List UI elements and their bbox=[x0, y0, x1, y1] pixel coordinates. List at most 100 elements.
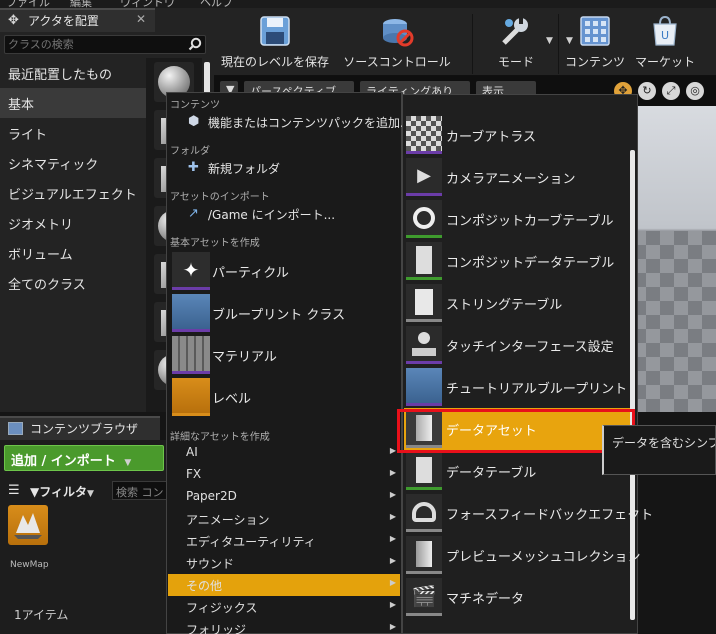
toolbar-separator bbox=[472, 14, 473, 74]
submenu-foliage-label: フォリッジ bbox=[186, 623, 247, 634]
submenu-editor-utility[interactable]: エディタユーティリティ ▶ bbox=[168, 530, 400, 552]
section-import: アセットのインポート bbox=[170, 192, 270, 203]
category-lights[interactable]: ライト bbox=[0, 118, 150, 148]
touch-interface-setup-item[interactable]: タッチインターフェース設定 bbox=[404, 324, 632, 366]
arrow-right-icon: ▶ bbox=[389, 446, 396, 455]
data-table-item[interactable]: データテーブル bbox=[404, 450, 632, 492]
close-icon[interactable]: ✕ bbox=[136, 12, 146, 26]
marketplace-icon: U bbox=[653, 15, 677, 46]
submenu-foliage[interactable]: フォリッジ ▶ bbox=[168, 618, 400, 634]
source-control-button[interactable]: ソースコントロール ▼ bbox=[336, 8, 573, 76]
viewport-scene[interactable] bbox=[632, 106, 716, 412]
marketplace-button[interactable]: U マーケット bbox=[630, 8, 700, 76]
category-all-classes[interactable]: 全てのクラス bbox=[0, 268, 150, 298]
save-level-button[interactable]: 現在のレベルを保存 bbox=[214, 8, 336, 76]
material-item[interactable]: マテリアル bbox=[168, 334, 400, 376]
submenu-sound[interactable]: サウンド ▶ bbox=[168, 552, 400, 574]
save-level-label: 現在のレベルを保存 bbox=[220, 55, 329, 69]
composite-curve-table-icon bbox=[406, 200, 442, 238]
category-volumes[interactable]: ボリューム bbox=[0, 238, 150, 268]
level-icon bbox=[172, 378, 210, 416]
section-advanced-assets: 詳細なアセットを作成 bbox=[170, 432, 270, 443]
add-import-button[interactable]: 追加 / インポート ▼ bbox=[4, 445, 164, 471]
submenu-physics[interactable]: フィジックス ▶ bbox=[168, 596, 400, 618]
source-control-label: ソースコントロール bbox=[343, 55, 451, 69]
curve-atlas-item[interactable]: カーブアトラス bbox=[404, 114, 632, 156]
content-icon bbox=[580, 16, 610, 46]
search-icon[interactable] bbox=[188, 37, 202, 51]
new-folder-icon: ✚ bbox=[188, 160, 199, 175]
tutorial-blueprint-item[interactable]: チュートリアルブループリント bbox=[404, 366, 632, 408]
category-cinematic[interactable]: シネマティック bbox=[0, 148, 150, 178]
composite-curve-table-item[interactable]: コンポジットカーブテーブル bbox=[404, 198, 632, 240]
tutorial-blueprint-label: チュートリアルブループリント bbox=[446, 382, 628, 397]
asset-name: NewMap bbox=[10, 560, 49, 570]
submenu-miscellaneous[interactable]: その他 ▶ bbox=[168, 574, 400, 596]
category-basic[interactable]: 基本 bbox=[0, 88, 150, 118]
main-toolbar: 現在のレベルを保存 ソースコントロール ▼ モード ▼ コンテンツ U マーケッ… bbox=[214, 8, 716, 76]
modes-label: モード bbox=[497, 55, 534, 69]
submenu-scrollbar[interactable] bbox=[630, 150, 635, 620]
snap-icon[interactable]: ◎ bbox=[686, 82, 704, 100]
blueprint-icon bbox=[172, 294, 210, 332]
matinee-data-item[interactable]: 🎬 マチネデータ bbox=[404, 576, 632, 618]
new-folder-item[interactable]: ✚ 新規フォルダ bbox=[168, 158, 400, 178]
submenu-fx[interactable]: FX ▶ bbox=[168, 464, 400, 486]
composite-data-table-icon bbox=[406, 242, 442, 280]
menu-help[interactable]: ヘルプ bbox=[200, 0, 233, 8]
menu-edit[interactable]: 編集 bbox=[70, 0, 92, 8]
arrow-right-icon: ▶ bbox=[389, 556, 396, 565]
touch-interface-icon bbox=[406, 326, 442, 364]
category-recent[interactable]: 最近配置したもの bbox=[0, 58, 150, 88]
clapperboard-icon: 🎬 bbox=[406, 578, 442, 616]
rotate-tool-icon[interactable]: ↻ bbox=[638, 82, 656, 100]
chevron-down-icon: ▼ bbox=[546, 36, 553, 46]
arrow-right-icon: ▶ bbox=[389, 578, 396, 587]
list-view-icon[interactable]: ☰ bbox=[8, 483, 20, 498]
menu-file[interactable]: ファイル bbox=[6, 0, 50, 8]
force-feedback-effect-item[interactable]: フォースフィードバックエフェクト bbox=[404, 492, 653, 534]
submenu-animation[interactable]: アニメーション ▶ bbox=[168, 508, 400, 530]
string-table-icon bbox=[406, 284, 442, 322]
particle-item[interactable]: ✦ パーティクル bbox=[168, 250, 400, 292]
content-browser-icon bbox=[8, 422, 23, 435]
maximize-icon[interactable]: ⤢ bbox=[662, 82, 680, 100]
arrow-right-icon: ▶ bbox=[389, 600, 396, 609]
level-item[interactable]: レベル bbox=[168, 376, 400, 418]
force-feedback-effect-label: フォースフィードバックエフェクト bbox=[446, 508, 654, 523]
category-geometry[interactable]: ジオメトリ bbox=[0, 208, 150, 238]
content-button[interactable]: コンテンツ bbox=[560, 8, 630, 76]
submenu-ai-label: AI bbox=[186, 445, 198, 459]
annotation-highlight-box bbox=[397, 409, 635, 453]
category-visual-effects[interactable]: ビジュアルエフェクト bbox=[0, 178, 150, 208]
asset-search-input[interactable]: 検索 コン bbox=[112, 481, 168, 500]
arrow-right-icon: ▶ bbox=[389, 468, 396, 477]
filter-icon: ▼ bbox=[30, 485, 40, 499]
filter-row: ☰ ▼フィルタ▼ 検索 コン bbox=[0, 478, 168, 504]
asset-thumbnail[interactable] bbox=[8, 505, 48, 545]
level-label: レベル bbox=[212, 392, 252, 407]
class-search-input[interactable] bbox=[5, 36, 181, 53]
submenu-paper2d[interactable]: Paper2D ▶ bbox=[168, 486, 400, 508]
menu-window[interactable]: ウィンドウ bbox=[120, 0, 175, 8]
material-label: マテリアル bbox=[212, 350, 277, 365]
data-table-label: データテーブル bbox=[446, 466, 537, 481]
section-folder: フォルダ bbox=[170, 146, 210, 157]
composite-data-table-item[interactable]: コンポジットデータテーブル bbox=[404, 240, 632, 282]
data-asset-tooltip: データを含むシンプル bbox=[602, 425, 716, 475]
place-actors-icon: ✥ bbox=[8, 13, 19, 28]
add-feature-pack-item[interactable]: ⬢ 機能またはコンテンツパックを追加... bbox=[168, 112, 411, 132]
content-browser-tab[interactable]: コンテンツブラウザ bbox=[0, 416, 160, 440]
blueprint-class-item[interactable]: ブループリント クラス bbox=[168, 292, 400, 334]
import-game-item[interactable]: ↗ /Game にインポート... bbox=[168, 204, 400, 224]
preview-mesh-collection-item[interactable]: プレビューメッシュコレクション bbox=[404, 534, 640, 576]
preview-mesh-icon bbox=[406, 536, 442, 574]
submenu-ai[interactable]: AI ▶ bbox=[168, 442, 400, 464]
add-feature-pack-label: 機能またはコンテンツパックを追加... bbox=[208, 116, 412, 130]
filter-button[interactable]: ▼フィルタ▼ bbox=[30, 483, 94, 500]
modes-button[interactable]: モード ▼ bbox=[476, 8, 556, 76]
camera-animation-item[interactable]: ▶ カメラアニメーション bbox=[404, 156, 632, 198]
string-table-item[interactable]: ストリングテーブル bbox=[404, 282, 632, 324]
arrow-right-icon: ▶ bbox=[389, 490, 396, 499]
place-actors-tab[interactable]: ✥ アクタを配置 ✕ bbox=[0, 8, 155, 32]
